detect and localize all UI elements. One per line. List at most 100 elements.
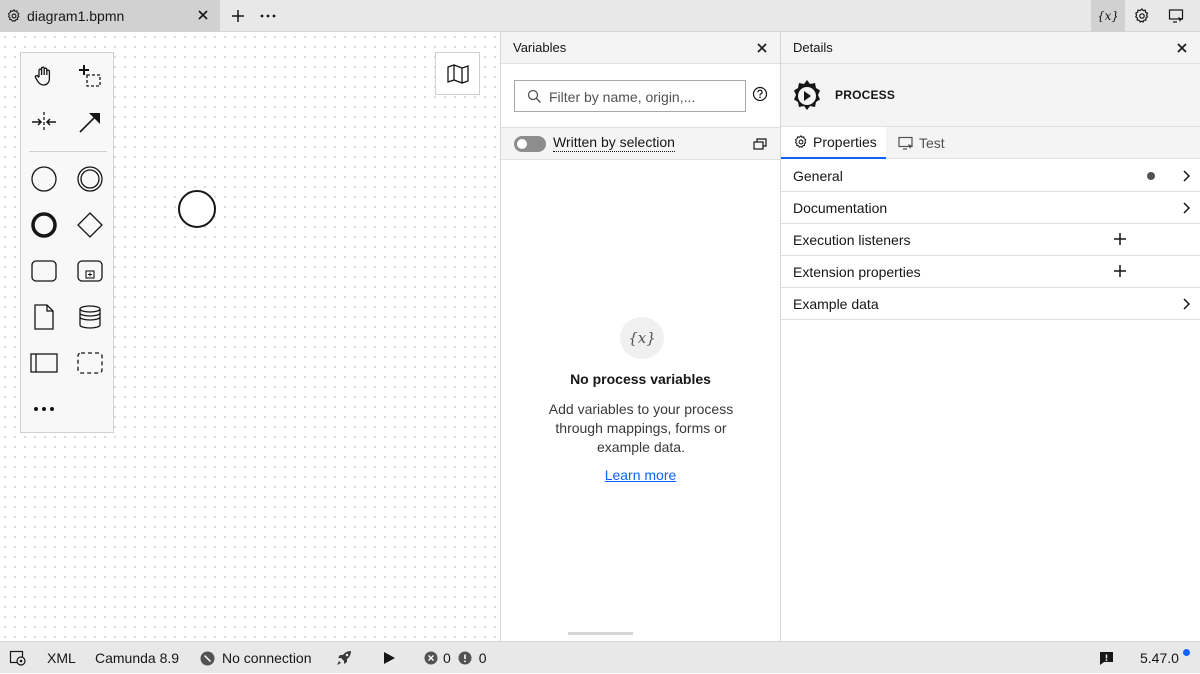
start-event-shape[interactable] bbox=[178, 190, 216, 228]
variable-icon: {x} bbox=[620, 317, 664, 359]
play-icon bbox=[384, 652, 395, 664]
problems-indicator[interactable]: 0 0 bbox=[424, 642, 487, 674]
group-label: Extension properties bbox=[793, 264, 921, 280]
pool-tool-icon[interactable] bbox=[26, 345, 62, 381]
data-object-tool-icon[interactable] bbox=[26, 299, 62, 335]
has-data-indicator bbox=[1147, 172, 1155, 180]
plus-icon bbox=[232, 10, 244, 22]
gear-icon bbox=[1135, 8, 1149, 23]
variable-icon: {x} bbox=[1099, 9, 1117, 23]
connection-status-label: No connection bbox=[222, 650, 312, 666]
start-instance-button[interactable] bbox=[382, 642, 396, 674]
group-extension-properties[interactable]: Extension properties bbox=[781, 256, 1200, 288]
details-panel-title: Details bbox=[793, 40, 833, 55]
settings-adjust-icon bbox=[9, 650, 26, 666]
space-tool-icon[interactable] bbox=[26, 104, 62, 140]
empty-state-title: No process variables bbox=[570, 371, 711, 387]
monitor-icon bbox=[898, 136, 914, 150]
tab-properties-label: Properties bbox=[813, 134, 877, 150]
written-by-selection-label: Written by selection bbox=[553, 134, 675, 152]
process-icon bbox=[789, 78, 825, 114]
monitor-cursor-icon bbox=[1168, 9, 1184, 23]
error-icon bbox=[424, 651, 438, 665]
group-documentation[interactable]: Documentation bbox=[781, 192, 1200, 224]
warning-count: 0 bbox=[478, 650, 487, 666]
data-store-tool-icon[interactable] bbox=[72, 299, 108, 335]
group-execution-listeners[interactable]: Execution listeners bbox=[781, 224, 1200, 256]
new-tab-button[interactable] bbox=[221, 0, 255, 32]
status-bar: XML Camunda 8.9 No connection 0 0 5.47.0 bbox=[0, 641, 1200, 673]
disconnected-icon bbox=[200, 651, 215, 666]
chevron-right-icon[interactable] bbox=[1182, 202, 1190, 214]
add-icon[interactable] bbox=[1114, 233, 1126, 245]
minimap-toggle-button[interactable] bbox=[435, 52, 480, 95]
end-event-tool-icon[interactable] bbox=[26, 207, 62, 243]
tab-test[interactable]: Test bbox=[898, 127, 968, 159]
close-tab-icon[interactable] bbox=[196, 8, 210, 22]
tab-bar: diagram1.bpmn {x} bbox=[0, 0, 1200, 32]
group-label: Documentation bbox=[793, 200, 888, 216]
group-example-data[interactable]: Example data bbox=[781, 288, 1200, 320]
chevron-right-icon[interactable] bbox=[1182, 170, 1190, 182]
connection-status[interactable]: No connection bbox=[200, 642, 312, 674]
xml-view-button[interactable]: XML bbox=[47, 642, 76, 674]
tab-test-label: Test bbox=[919, 135, 945, 151]
variables-panel-header: Variables bbox=[501, 32, 780, 64]
variables-panel-toggle[interactable]: {x} bbox=[1091, 0, 1125, 32]
bpmn-canvas[interactable] bbox=[0, 32, 500, 641]
variables-search-input[interactable] bbox=[549, 87, 739, 107]
file-tab-title: diagram1.bpmn bbox=[27, 8, 125, 24]
variables-panel-title: Variables bbox=[513, 40, 567, 55]
panel-resize-handle[interactable] bbox=[568, 632, 633, 635]
start-event-tool-icon[interactable] bbox=[26, 161, 62, 197]
intermediate-event-tool-icon[interactable] bbox=[72, 161, 108, 197]
error-count: 0 bbox=[443, 650, 451, 666]
written-by-selection-row: Written by selection bbox=[501, 127, 780, 160]
app-version[interactable]: 5.47.0 bbox=[1140, 642, 1179, 674]
chevron-right-icon[interactable] bbox=[1182, 298, 1190, 310]
tool-palette bbox=[20, 52, 114, 433]
project-settings-button[interactable] bbox=[9, 642, 27, 674]
group-label: Execution listeners bbox=[793, 232, 911, 248]
engine-version-button[interactable]: Camunda 8.9 bbox=[95, 642, 179, 674]
details-panel-header: Details bbox=[781, 32, 1200, 64]
search-icon bbox=[527, 89, 542, 104]
subprocess-tool-icon[interactable] bbox=[72, 253, 108, 289]
global-connect-tool-icon[interactable] bbox=[72, 104, 108, 140]
element-header: PROCESS bbox=[781, 64, 1200, 127]
more-tabs-button[interactable] bbox=[251, 0, 285, 32]
close-details-icon[interactable] bbox=[1176, 42, 1188, 54]
task-tool-icon[interactable] bbox=[26, 253, 62, 289]
bpmn-settings-icon bbox=[7, 9, 21, 23]
variables-search-field[interactable] bbox=[514, 80, 746, 112]
help-icon[interactable] bbox=[752, 86, 768, 102]
popout-icon[interactable] bbox=[753, 137, 767, 151]
tab-properties[interactable]: Properties bbox=[781, 127, 886, 159]
element-type-label: PROCESS bbox=[835, 88, 896, 102]
details-panel-toggle[interactable] bbox=[1125, 0, 1159, 32]
feedback-button[interactable] bbox=[1099, 642, 1114, 674]
group-label: General bbox=[793, 168, 843, 184]
details-tabs: Properties Test bbox=[781, 127, 1200, 159]
close-variables-icon[interactable] bbox=[756, 42, 768, 54]
group-tool-icon[interactable] bbox=[72, 345, 108, 381]
update-available-badge bbox=[1183, 649, 1190, 656]
add-icon[interactable] bbox=[1114, 265, 1126, 277]
learn-more-link[interactable]: Learn more bbox=[501, 467, 780, 483]
details-panel: Details PROCESS Properties Test General … bbox=[781, 32, 1200, 641]
gear-icon bbox=[794, 135, 808, 149]
group-label: Example data bbox=[793, 296, 879, 312]
written-by-selection-toggle[interactable] bbox=[514, 136, 546, 152]
hand-tool-icon[interactable] bbox=[26, 58, 62, 94]
gateway-tool-icon[interactable] bbox=[72, 207, 108, 243]
file-tab[interactable]: diagram1.bpmn bbox=[0, 0, 220, 32]
test-panel-toggle[interactable] bbox=[1159, 0, 1193, 32]
lasso-tool-icon[interactable] bbox=[72, 58, 108, 94]
palette-separator bbox=[29, 151, 107, 152]
rocket-icon bbox=[337, 651, 351, 665]
deploy-button[interactable] bbox=[335, 642, 353, 674]
feedback-icon bbox=[1100, 651, 1113, 665]
variables-panel: Variables Written by selection {x} No pr… bbox=[500, 32, 781, 641]
more-tools-icon[interactable] bbox=[26, 391, 62, 427]
group-general[interactable]: General bbox=[781, 160, 1200, 192]
